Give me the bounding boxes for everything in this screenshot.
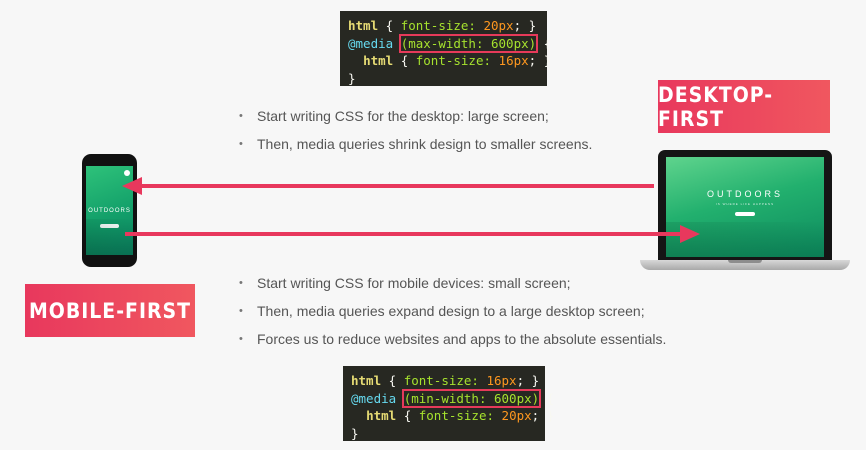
phone-screen: OUTDOORS <box>86 166 133 255</box>
code-line-4: } <box>348 70 356 86</box>
arrow-right-icon <box>125 225 700 243</box>
code-line-1: html { font-size: 16px; } <box>351 373 540 388</box>
bullet-item: Start writing CSS for the desktop: large… <box>239 106 592 134</box>
laptop-lid: OUTDOORS IS WHERE LIFE HAPPENS <box>658 150 832 262</box>
mobile-first-code-block: html { font-size: 16px; } @media (min-wi… <box>343 366 554 441</box>
bullet-item: Start writing CSS for mobile devices: sm… <box>239 273 666 301</box>
arrow-left-icon <box>122 177 654 195</box>
code-line-2: @media (max-width: 600px) { <box>348 33 552 53</box>
laptop-notch <box>728 260 762 263</box>
media-query-highlight: (max-width: 600px) <box>398 33 539 53</box>
laptop-screen-button <box>735 212 755 216</box>
laptop-screen-subtitle: IS WHERE LIFE HAPPENS <box>715 202 775 206</box>
laptop-device: OUTDOORS IS WHERE LIFE HAPPENS <box>640 150 850 275</box>
code-line-3: html { font-size: 20px; } <box>366 408 555 423</box>
mobile-first-bullet-list: Start writing CSS for mobile devices: sm… <box>239 273 666 357</box>
bullet-item: Then, media queries expand design to a l… <box>239 301 666 329</box>
code-line-2: @media (min-width: 600px) { <box>351 388 555 408</box>
laptop-screen-title: OUTDOORS <box>706 189 783 199</box>
phone-device: OUTDOORS <box>82 154 137 267</box>
menu-icon <box>124 170 130 176</box>
laptop-screen: OUTDOORS IS WHERE LIFE HAPPENS <box>666 157 824 257</box>
phone-screen-button <box>100 224 119 228</box>
code-line-4: } <box>351 425 359 441</box>
code-line-3: html { font-size: 16px; } <box>363 53 552 68</box>
code-line-1: html { font-size: 20px; } <box>348 18 537 33</box>
desktop-first-bullet-list: Start writing CSS for the desktop: large… <box>239 106 592 162</box>
desktop-first-code-block: html { font-size: 20px; } @media (max-wi… <box>340 11 551 86</box>
bullet-item: Forces us to reduce websites and apps to… <box>239 329 666 357</box>
phone-screen-title: OUTDOORS <box>88 208 131 214</box>
media-query-highlight: (min-width: 600px) <box>401 388 542 408</box>
mobile-first-label: MOBILE-FIRST <box>25 284 195 337</box>
desktop-first-label: DESKTOP-FIRST <box>658 80 830 133</box>
bullet-item: Then, media queries shrink design to sma… <box>239 134 592 162</box>
